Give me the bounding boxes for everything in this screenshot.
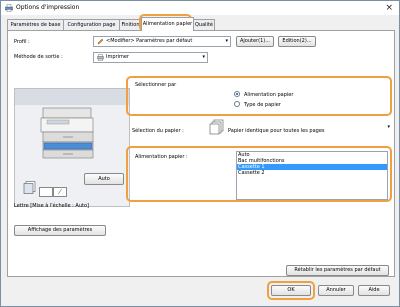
- title-bar: Options d'impression ×: [1, 1, 399, 15]
- restore-defaults-button[interactable]: Rétablir les paramètres par défaut: [286, 265, 389, 276]
- paper-source-label: Alimentation papier :: [135, 154, 188, 160]
- profile-value: <Modifier> Paramètres par défaut: [106, 38, 193, 44]
- printer-device-illustration: [40, 107, 94, 159]
- paper-stack-icon: [23, 181, 36, 194]
- tab-basic-settings[interactable]: Paramètres de base: [7, 19, 64, 30]
- printer-preview: Auto ⁄: [14, 88, 130, 207]
- list-item[interactable]: Cassette 2: [237, 170, 387, 176]
- preview-header: [15, 89, 129, 105]
- radio-paper-type-label: Type de papier: [244, 102, 281, 108]
- select-by-label: Sélectionner par: [135, 82, 177, 88]
- tab-strip: Paramètres de base Configuration page Fi…: [7, 17, 393, 31]
- chevron-down-icon: ▾: [202, 54, 205, 60]
- output-method-label: Méthode de sortie :: [14, 54, 63, 60]
- tab-page-setup[interactable]: Configuration page: [63, 19, 120, 30]
- radio-paper-type[interactable]: [234, 101, 240, 107]
- chevron-down-icon: ▾: [387, 124, 390, 130]
- chevron-down-icon: ▾: [225, 38, 228, 44]
- output-method-select[interactable]: Imprimer ▾: [93, 52, 208, 63]
- print-options-dialog: Options d'impression × Paramètres de bas…: [0, 0, 400, 307]
- window-title: Options d'impression: [16, 4, 80, 11]
- close-icon[interactable]: ×: [385, 2, 393, 14]
- tab-paper-source[interactable]: Alimentation papier: [141, 17, 194, 31]
- tab-quality[interactable]: Qualité: [193, 19, 215, 30]
- add-profile-button[interactable]: Ajouter(1)...: [236, 36, 274, 47]
- show-settings-button[interactable]: Affichage des paramètres: [14, 225, 106, 236]
- paper-selection-label: Sélection du papier :: [132, 128, 184, 134]
- paper-selection-select[interactable]: ▾: [208, 118, 392, 136]
- help-button[interactable]: Aide: [358, 285, 390, 296]
- paper-size-icon: [39, 187, 53, 197]
- edit-profile-button[interactable]: Edition(2)...: [278, 36, 316, 47]
- profile-label: Profil :: [14, 39, 30, 45]
- tab-finishing[interactable]: Finition: [119, 19, 142, 30]
- output-method-value: Imprimer: [106, 54, 129, 60]
- paper-source-panel: Profil : <Modifier> Paramètres par défau…: [7, 30, 395, 277]
- radio-paper-source-label: Alimentation papier: [244, 92, 294, 98]
- pencil-icon: [97, 38, 104, 45]
- ok-button[interactable]: OK: [271, 285, 311, 296]
- paper-source-list[interactable]: Auto Bac multifonctions Cassette 1 Casse…: [236, 151, 388, 200]
- radio-paper-source[interactable]: [234, 91, 240, 97]
- printer-app-icon: [5, 4, 13, 12]
- scaling-icon: ⁄: [53, 187, 67, 197]
- auto-button[interactable]: Auto: [84, 173, 124, 185]
- printer-icon: [97, 54, 104, 61]
- profile-select[interactable]: <Modifier> Paramètres par défaut ▾: [93, 36, 231, 47]
- preview-caption: Lettre [Mise à l'échelle : Auto]: [14, 203, 89, 209]
- cancel-button[interactable]: Annuler: [318, 285, 354, 296]
